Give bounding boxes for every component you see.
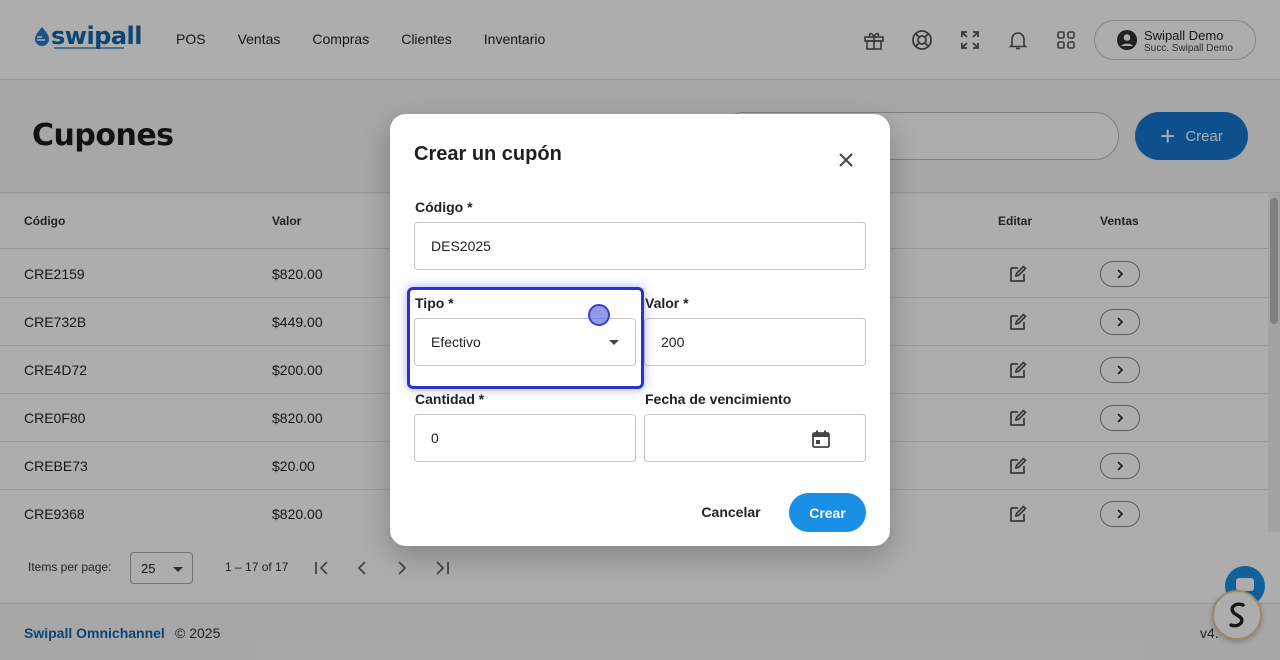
- quantity-field[interactable]: 0: [414, 414, 636, 462]
- code-value: DES2025: [431, 238, 491, 254]
- code-field[interactable]: DES2025: [414, 222, 866, 270]
- create-button[interactable]: Crear: [789, 493, 866, 532]
- dialog-title: Crear un cupón: [414, 143, 562, 165]
- create-coupon-dialog: Crear un cupón Código * DES2025 Tipo * E…: [390, 114, 890, 546]
- quantity-label: Cantidad *: [415, 391, 485, 407]
- close-icon[interactable]: [834, 148, 858, 172]
- value-label: Valor *: [645, 295, 689, 311]
- quantity-value: 0: [431, 430, 439, 446]
- expiry-date-label: Fecha de vencimiento: [645, 391, 792, 407]
- value-field[interactable]: 200: [644, 318, 866, 366]
- code-label: Código *: [415, 199, 473, 215]
- value-value: 200: [661, 334, 685, 350]
- focus-highlight: [407, 287, 644, 389]
- cursor-indicator: [588, 304, 610, 326]
- expiry-date-field[interactable]: [644, 414, 866, 462]
- calendar-icon[interactable]: [811, 429, 831, 449]
- cancel-button[interactable]: Cancelar: [686, 493, 776, 531]
